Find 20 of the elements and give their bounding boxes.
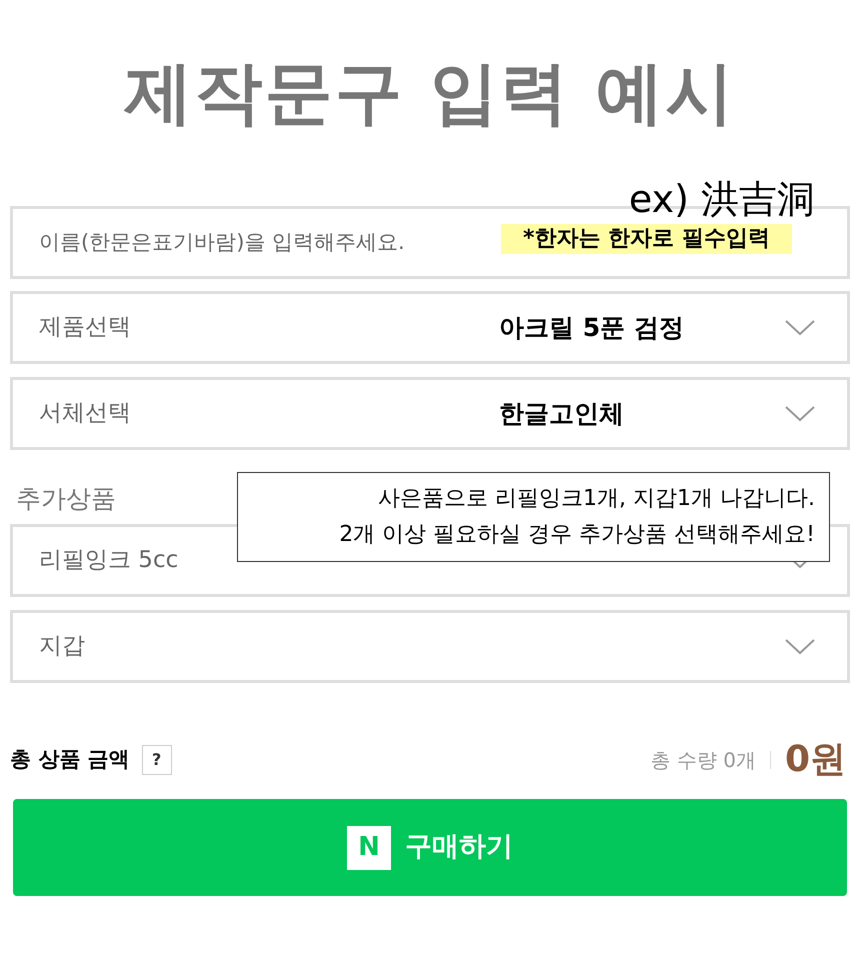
select-label: 서체선택 <box>39 399 132 428</box>
required-note: *한자는 한자로 필수입력 <box>501 224 792 254</box>
naver-logo: N <box>347 826 391 870</box>
notice-text: 2개 이상 필요하실 경우 추가상품 선택해주세요! <box>339 521 815 549</box>
total-quantity: 총 수량 0개 <box>650 747 756 774</box>
name-field[interactable]: 이름(한문은표기바람)을 입력해주세요. <box>39 226 479 258</box>
addons-heading: 추가상품 <box>16 483 116 515</box>
select-value: 아크릴 5푼 검정 <box>499 312 684 344</box>
total-label: 총 상품 금액 <box>10 746 130 774</box>
option-select[interactable]: 서체선택 한글고인체 <box>10 377 850 450</box>
notice-text: 사은품으로 리필잉크1개, 지갑1개 나갑니다. <box>378 485 815 513</box>
page-title: 제작문구 입력 예시 <box>124 53 736 135</box>
option-select[interactable]: 제품선택 아크릴 5푼 검정 <box>10 291 850 364</box>
select-label: 제품선택 <box>39 313 132 342</box>
addon-select[interactable]: 지갑 <box>10 610 850 683</box>
select-label: 지갑 <box>39 632 86 662</box>
select-label: 리필잉크 5cc <box>39 546 180 576</box>
total-price: 0원 <box>784 738 846 782</box>
select-value: 한글고인체 <box>499 398 624 430</box>
help-button[interactable]: ? <box>142 745 172 775</box>
